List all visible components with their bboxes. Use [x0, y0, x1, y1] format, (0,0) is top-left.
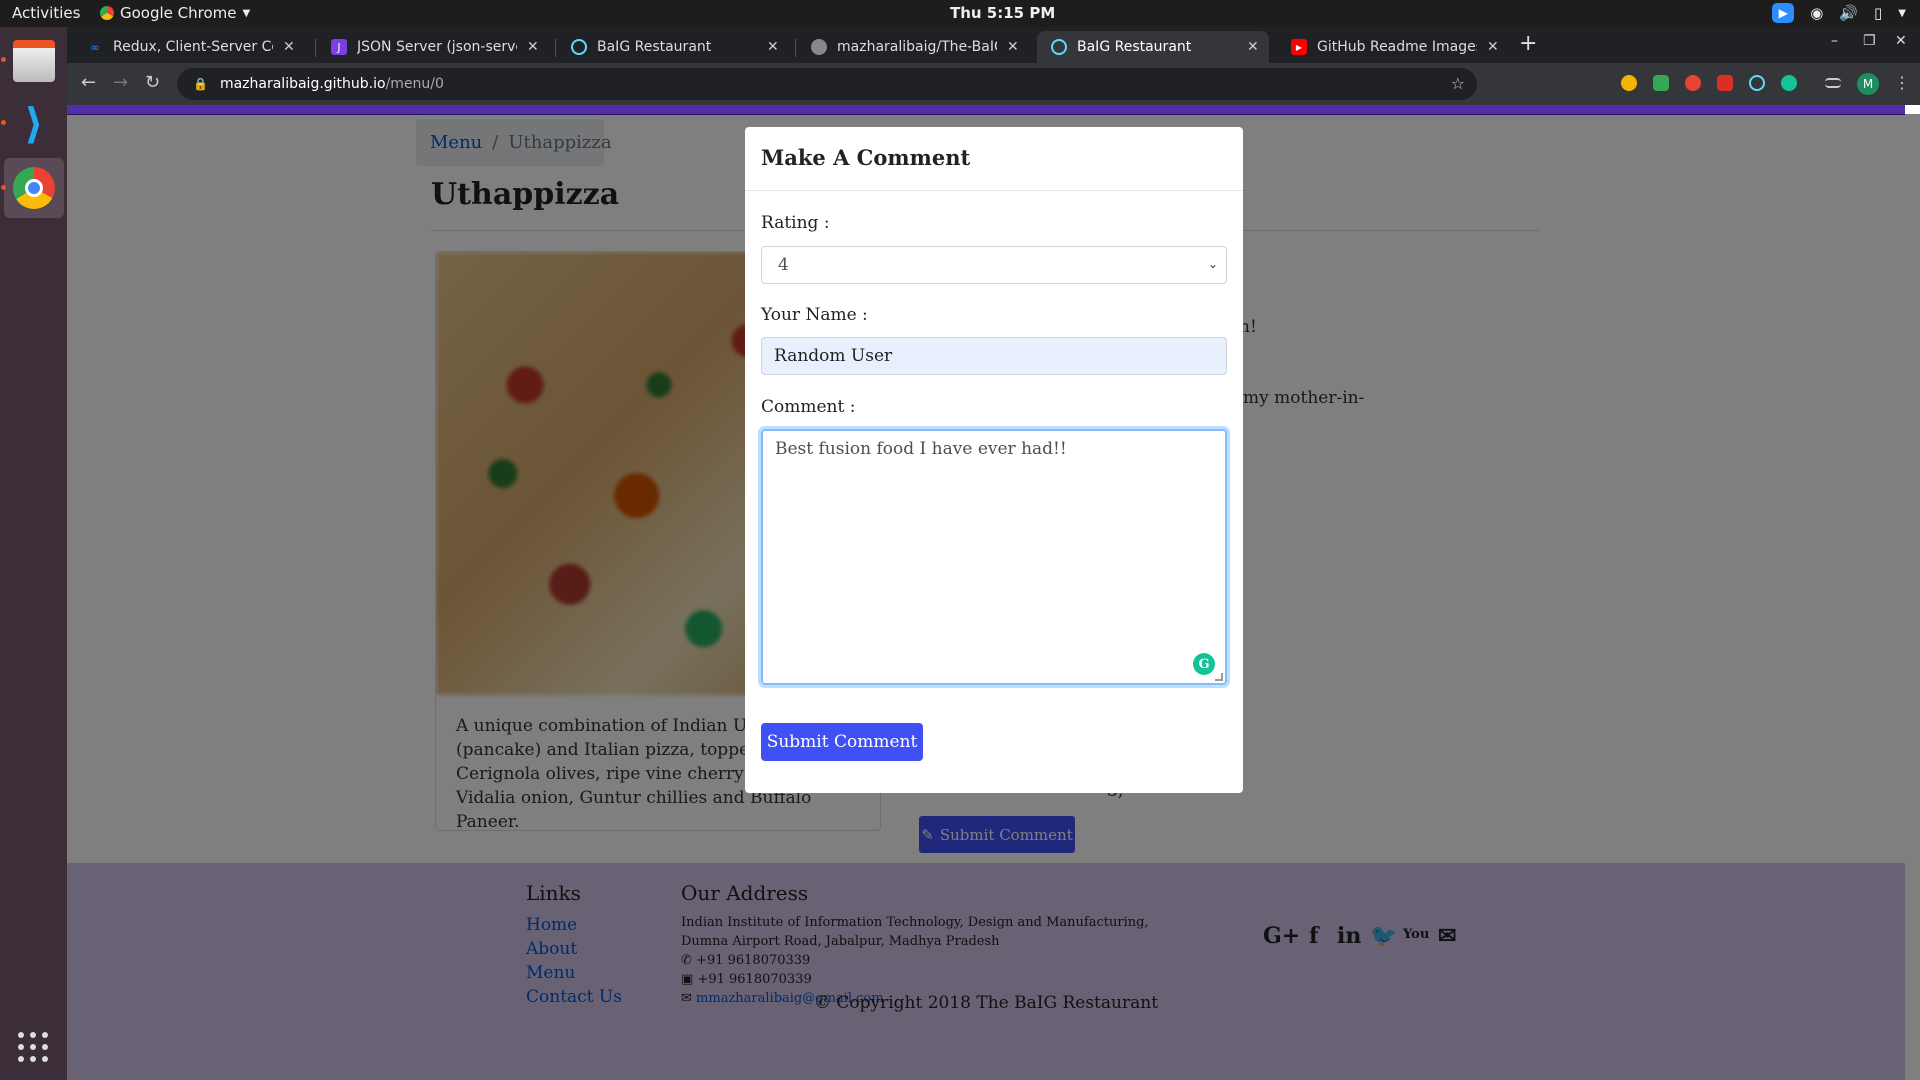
grammarly-icon[interactable]: [1781, 75, 1797, 91]
lock-icon: 🔒: [193, 77, 208, 91]
react-icon: [571, 39, 587, 55]
chevron-down-icon: ⌄: [1207, 257, 1218, 271]
battery-icon: ▯: [1874, 4, 1883, 22]
browser-toolbar: ← → ↻ 🔒 mazharalibaig.github.io /menu/0 …: [67, 63, 1920, 105]
more-menu-icon[interactable]: ⋮: [1894, 73, 1910, 92]
app-menu[interactable]: Google Chrome ▼: [100, 4, 250, 22]
bookmark-star-icon[interactable]: ☆: [1451, 74, 1465, 93]
vscode-app[interactable]: ⟩: [4, 93, 64, 153]
close-icon[interactable]: ✕: [1247, 39, 1269, 55]
activities-button[interactable]: Activities: [12, 4, 80, 22]
react-icon: [1051, 39, 1067, 55]
resize-handle[interactable]: [1215, 673, 1223, 681]
power-chevron-icon: ▼: [1898, 7, 1906, 19]
chrome-app[interactable]: [4, 158, 64, 218]
profile-avatar[interactable]: M: [1857, 73, 1879, 95]
react-devtools-icon[interactable]: [1749, 75, 1765, 91]
rating-value: 4: [778, 255, 789, 275]
comment-textarea[interactable]: Best fusion food I have ever had!! G: [761, 429, 1227, 685]
tab-title: Redux, Client-Server Com: [113, 39, 273, 55]
url-host: mazharalibaig.github.io: [219, 76, 386, 92]
youtube-icon: ▶: [1291, 39, 1307, 55]
files-app[interactable]: [4, 31, 64, 91]
tab-title: BaIG Restaurant: [597, 39, 712, 55]
running-indicator: [1, 185, 6, 190]
chevron-down-icon: ▼: [242, 7, 251, 19]
address-bar[interactable]: 🔒 mazharalibaig.github.io /menu/0 ☆: [177, 68, 1477, 100]
tab-strip: ∞ Redux, Client-Server Com ✕ J JSON Serv…: [67, 27, 1920, 63]
tab-title: BaIG Restaurant: [1077, 39, 1192, 55]
running-indicator: [1, 57, 6, 62]
zoom-icon[interactable]: ▶: [1772, 3, 1795, 23]
comment-modal: Make A Comment Rating : 4 ⌄ Your Name : …: [745, 127, 1243, 793]
coursera-icon: ∞: [90, 40, 100, 54]
extension-icon[interactable]: [1653, 75, 1669, 91]
volume-icon: 🔊: [1839, 4, 1859, 22]
file-cabinet-icon: [13, 40, 55, 82]
tab-title: JSON Server (json-server): [357, 39, 517, 55]
chrome-icon: [13, 167, 55, 209]
modal-header: Make A Comment: [745, 127, 1243, 191]
show-applications-icon[interactable]: [18, 1032, 48, 1062]
browser-tab[interactable]: ▶ GitHub Readme Images T ✕: [1277, 31, 1509, 63]
browser-tab-active[interactable]: BaIG Restaurant ✕: [1037, 31, 1269, 63]
browser-tab[interactable]: mazharalibaig/The-BaIG- ✕: [797, 31, 1029, 63]
github-icon: [811, 39, 827, 55]
wifi-icon: ◉: [1810, 4, 1824, 22]
media-control-icon[interactable]: [1825, 78, 1841, 88]
rating-label: Rating :: [761, 213, 830, 233]
browser-tab[interactable]: J JSON Server (json-server) ✕: [317, 31, 549, 63]
name-input[interactable]: Random User: [761, 337, 1227, 375]
back-button[interactable]: ←: [81, 72, 96, 93]
close-icon[interactable]: ✕: [1007, 39, 1029, 55]
new-tab-button[interactable]: +: [1519, 31, 1537, 56]
dock: ⟩: [0, 27, 67, 1080]
name-label: Your Name :: [761, 305, 868, 325]
comment-value: Best fusion food I have ever had!!: [775, 439, 1067, 459]
comment-label: Comment :: [761, 397, 856, 417]
forward-button[interactable]: →: [113, 72, 128, 93]
close-icon[interactable]: ✕: [1487, 39, 1509, 55]
grammarly-icon[interactable]: G: [1193, 653, 1215, 675]
rating-select[interactable]: 4 ⌄: [761, 246, 1227, 284]
modal-title: Make A Comment: [761, 145, 971, 170]
submit-comment-button[interactable]: Submit Comment: [761, 723, 923, 761]
app-name: Google Chrome: [120, 4, 237, 22]
extension-icon[interactable]: [1717, 75, 1733, 91]
tab-title: mazharalibaig/The-BaIG-: [837, 39, 997, 55]
clock[interactable]: Thu 5:15 PM: [950, 4, 1055, 22]
vscode-icon: ⟩: [24, 98, 44, 148]
browser-tab[interactable]: BaIG Restaurant ✕: [557, 31, 789, 63]
reload-button[interactable]: ↻: [145, 72, 160, 93]
maximize-button[interactable]: ❐: [1863, 33, 1876, 49]
system-tray[interactable]: ▶ ◉ 🔊 ▯ ▼: [1772, 3, 1906, 23]
running-indicator: [1, 120, 6, 125]
url-path: /menu/0: [385, 76, 444, 92]
close-icon[interactable]: ✕: [527, 39, 549, 55]
close-icon[interactable]: ✕: [767, 39, 789, 55]
extension-icon[interactable]: [1685, 75, 1701, 91]
tab-title: GitHub Readme Images T: [1317, 39, 1477, 55]
browser-tab[interactable]: ∞ Redux, Client-Server Com ✕: [73, 31, 305, 63]
chrome-icon: [100, 6, 114, 20]
close-icon[interactable]: ✕: [283, 39, 305, 55]
close-window-button[interactable]: ✕: [1895, 33, 1907, 49]
system-top-bar: Activities Google Chrome ▼ Thu 5:15 PM ▶…: [0, 0, 1920, 27]
extension-icon[interactable]: [1621, 75, 1637, 91]
name-value: Random User: [774, 346, 893, 366]
minimize-button[interactable]: –: [1831, 33, 1838, 49]
json-server-icon: J: [331, 39, 347, 55]
